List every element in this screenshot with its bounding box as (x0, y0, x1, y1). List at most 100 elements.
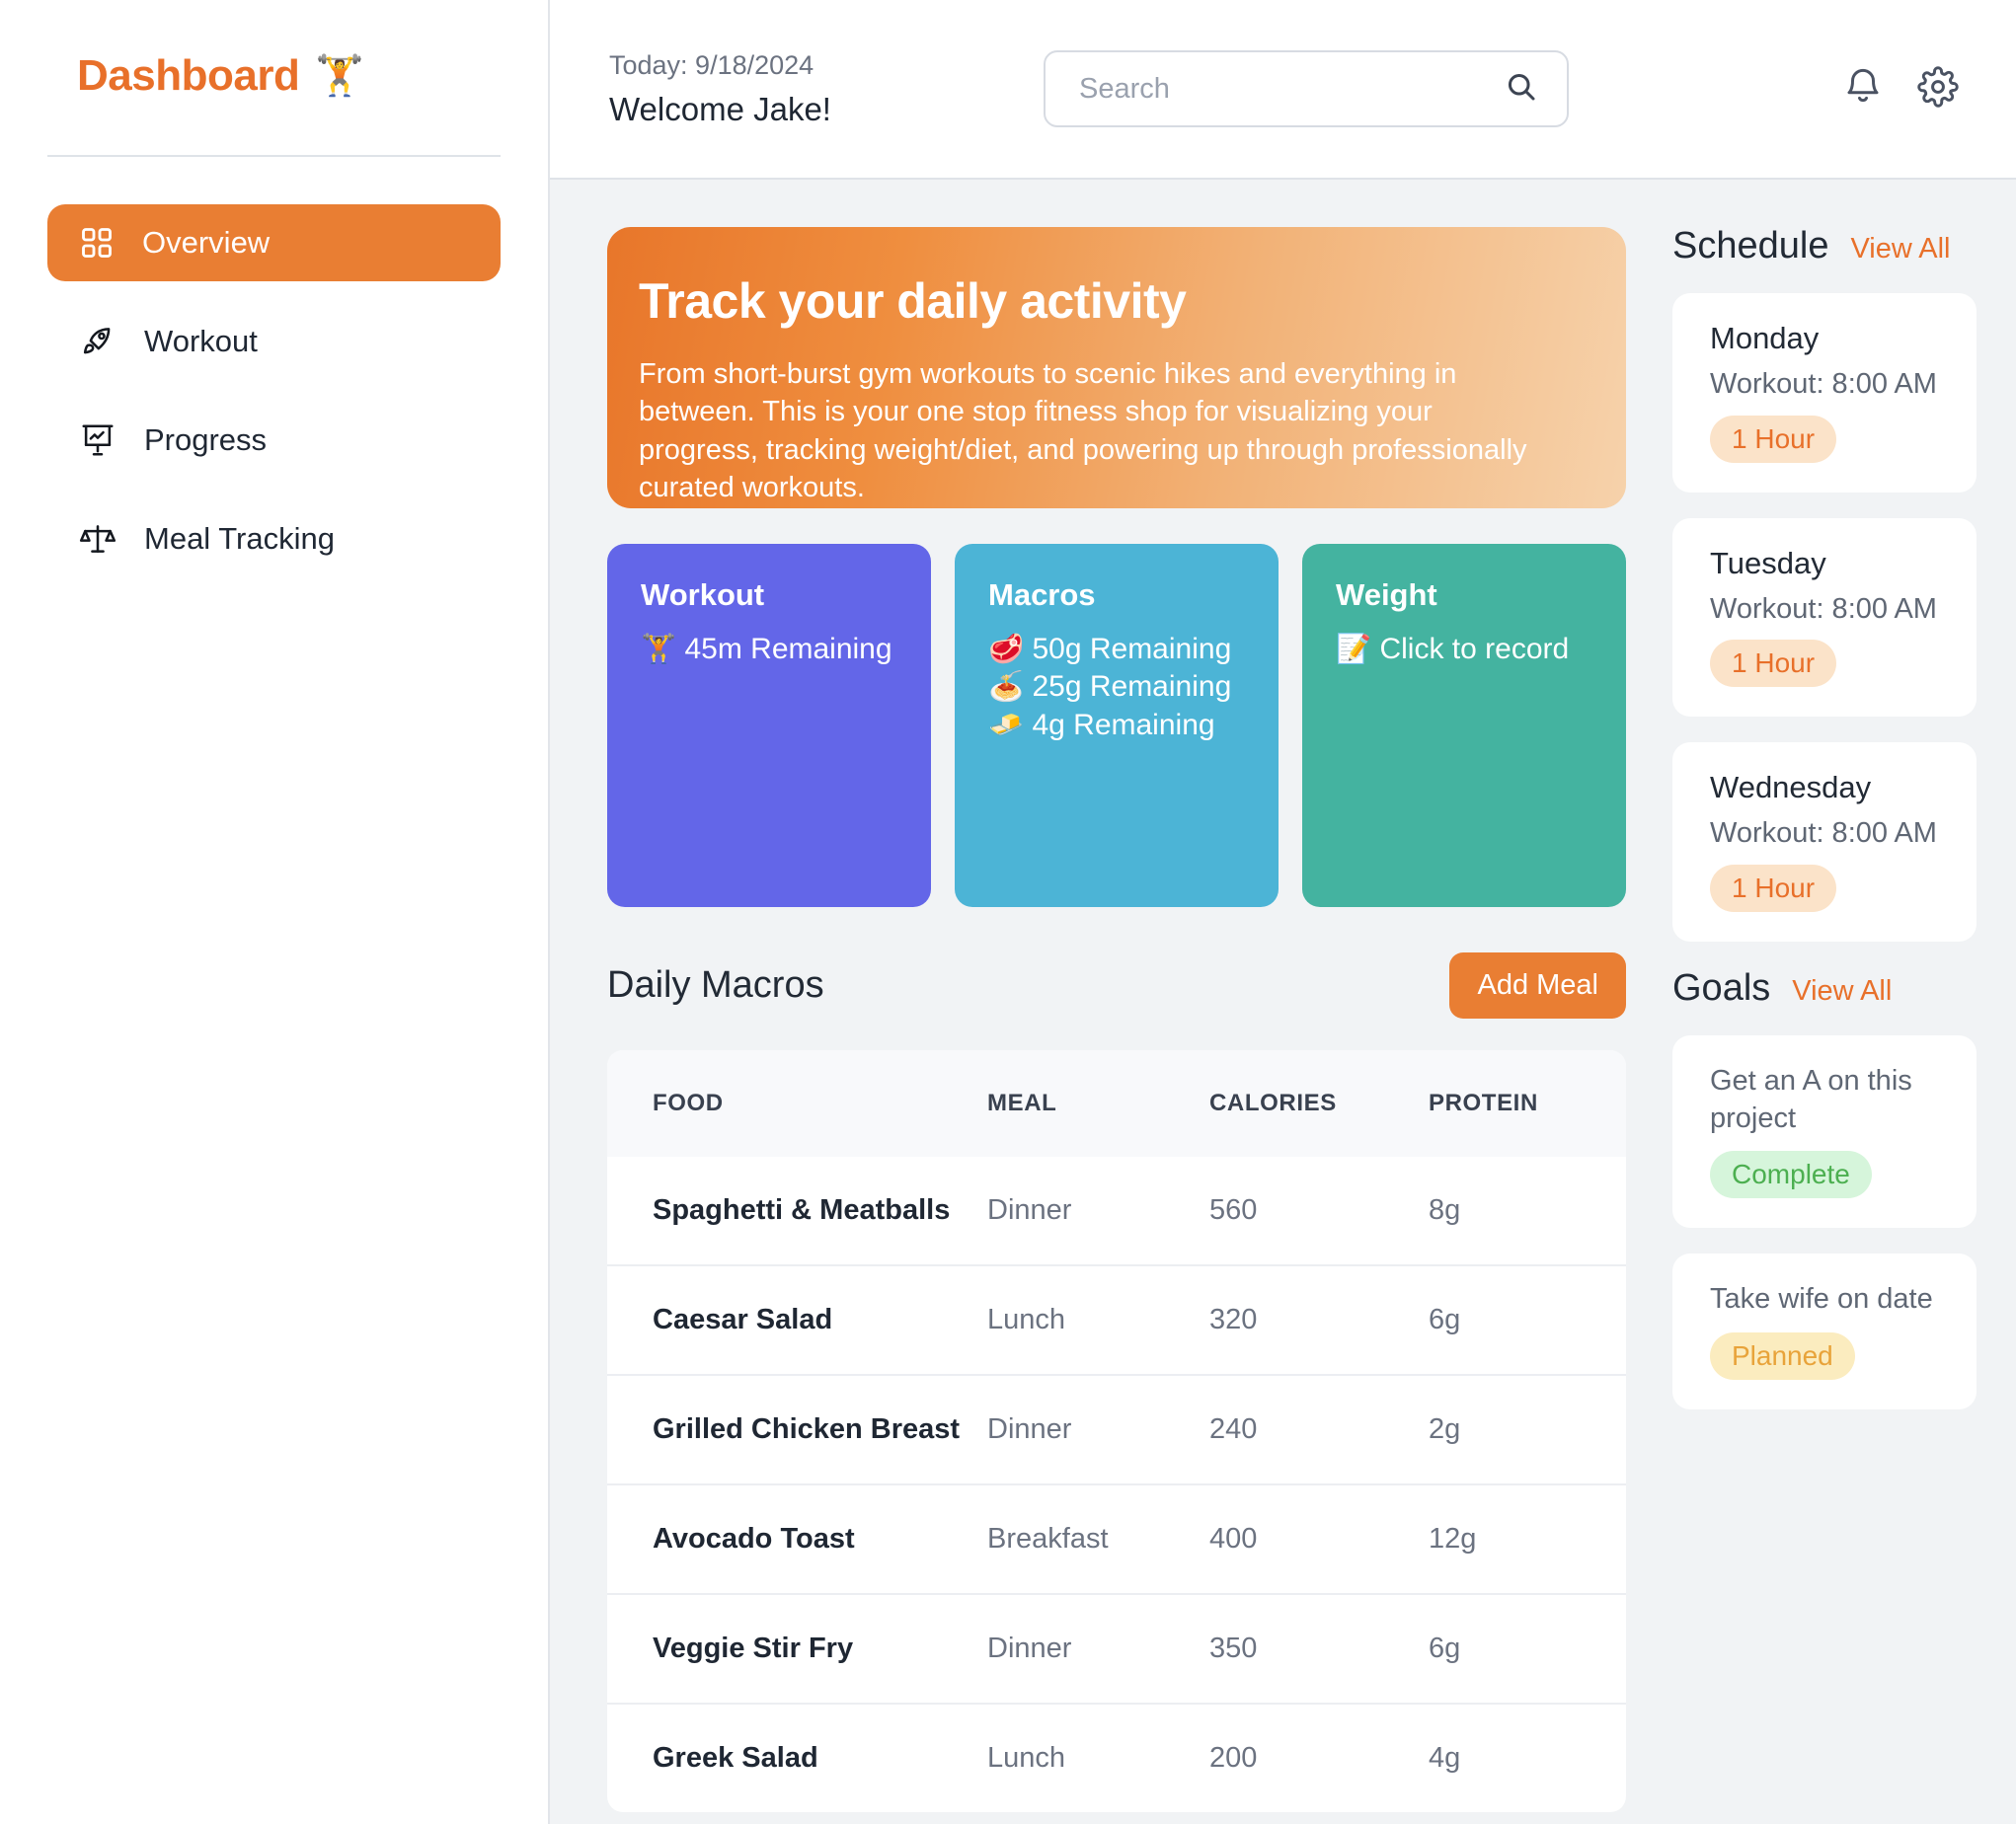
stat-card-title: Macros (988, 577, 1096, 612)
goals-list: Get an A on this project Complete Take wif… (1672, 1035, 1977, 1410)
cell-protein: 4g (1429, 1742, 1461, 1774)
stat-card-value: 25g Remaining (1032, 670, 1232, 704)
stat-card-weight[interactable]: Weight 📝 Click to record (1302, 544, 1626, 907)
sidebar-item-label: Workout (144, 324, 258, 358)
app-root: Dashboard 🏋️ Overview Workout Progress M… (0, 0, 2016, 1824)
cell-meal: Dinner (987, 1633, 1072, 1664)
sidebar-item-label: Meal Tracking (144, 521, 335, 556)
schedule-list: Monday Workout: 8:00 AM 1 Hour Tuesday Worko… (1672, 293, 1977, 943)
center-column: Track your daily activity From short-bur… (550, 180, 1639, 1824)
cell-meal: Breakfast (987, 1523, 1109, 1555)
cell-protein: 6g (1429, 1304, 1461, 1335)
table-row[interactable]: Avocado Toast Breakfast 400 12g (607, 1484, 1626, 1594)
sidebar-item-workout[interactable]: Workout (47, 303, 501, 380)
cell-food: Greek Salad (653, 1742, 818, 1774)
cell-food: Grilled Chicken Breast (653, 1413, 961, 1445)
goal-text: Get an A on this project (1710, 1065, 1912, 1134)
goal-card[interactable]: Get an A on this project Complete (1672, 1035, 1977, 1229)
cell-calories: 400 (1209, 1523, 1258, 1555)
section-title: Daily Macros (607, 964, 824, 1006)
stat-card-workout[interactable]: Workout 🏋️ 45m Remaining (607, 544, 931, 907)
table-row[interactable]: Caesar Salad Lunch 320 6g (607, 1265, 1626, 1375)
schedule-day: Monday (1710, 321, 1820, 355)
cell-meal: Lunch (987, 1742, 1066, 1774)
table-row[interactable]: Spaghetti & Meatballs Dinner 560 8g (607, 1157, 1626, 1265)
table-row[interactable]: Grilled Chicken Breast Dinner 240 2g (607, 1375, 1626, 1484)
hero-title: Track your daily activity (639, 273, 1187, 329)
schedule-day: Tuesday (1710, 545, 1826, 580)
search-input[interactable] (1079, 72, 1504, 106)
topbar-icons (1842, 65, 1959, 113)
daily-macros-table: FOOD MEAL CALORIES PROTEIN Spaghetti & M… (607, 1050, 1626, 1812)
cell-meal: Dinner (987, 1413, 1072, 1445)
stat-card-line: 📝 Click to record (1336, 631, 1592, 668)
content-area: Track your daily activity From short-bur… (550, 180, 2016, 1824)
goals-header: Goals View All (1672, 967, 1977, 1010)
stat-card-title: Workout (641, 577, 765, 612)
scales-icon (79, 520, 116, 558)
sidebar: Dashboard 🏋️ Overview Workout Progress M… (0, 0, 550, 1824)
brand: Dashboard 🏋️ (0, 0, 548, 101)
schedule-card[interactable]: Wednesday Workout: 8:00 AM 1 Hour (1672, 742, 1977, 943)
weightlifter-icon: 🏋️ (315, 54, 365, 98)
stat-card-value: 50g Remaining (1032, 633, 1232, 665)
column-header-food: FOOD (653, 1090, 724, 1116)
column-header-protein: PROTEIN (1429, 1090, 1538, 1116)
memo-icon: 📝 (1336, 634, 1372, 665)
sidebar-nav: Overview Workout Progress Meal Tracking (0, 204, 548, 577)
schedule-header: Schedule View All (1672, 225, 1977, 267)
cell-protein: 12g (1429, 1523, 1477, 1555)
status-badge: Planned (1710, 1332, 1855, 1381)
status-badge: Complete (1710, 1151, 1872, 1199)
stat-card-value: 45m Remaining (684, 633, 892, 665)
stat-card-line: 🧈 4g Remaining (988, 707, 1245, 744)
stat-card-line: 🍝 25g Remaining (988, 668, 1245, 706)
goal-text: Take wife on date (1710, 1283, 1933, 1316)
schedule-detail: Workout: 8:00 AM (1710, 817, 1937, 850)
stat-card-row: Workout 🏋️ 45m Remaining Macros 🥩 50g Re… (607, 544, 1626, 907)
sidebar-item-meal-tracking[interactable]: Meal Tracking (47, 500, 501, 577)
schedule-card[interactable]: Tuesday Workout: 8:00 AM 1 Hour (1672, 517, 1977, 718)
cell-calories: 320 (1209, 1304, 1258, 1335)
table-row[interactable]: Veggie Stir Fry Dinner 350 6g (607, 1594, 1626, 1704)
stat-card-title: Weight (1336, 577, 1437, 612)
main-column: Today: 9/18/2024 Welcome Jake! Search Tr… (550, 0, 2016, 1824)
table-row[interactable]: Greek Salad Lunch 200 4g (607, 1704, 1626, 1812)
search-icon[interactable] (1504, 69, 1539, 110)
bell-icon[interactable] (1842, 66, 1884, 113)
presentation-chart-icon (79, 421, 116, 459)
cell-food: Spaghetti & Meatballs (653, 1194, 951, 1226)
goals-view-all-link[interactable]: View All (1792, 975, 1892, 1008)
add-meal-button[interactable]: Add Meal (1449, 952, 1626, 1019)
schedule-card[interactable]: Monday Workout: 8:00 AM 1 Hour (1672, 293, 1977, 493)
sidebar-item-overview[interactable]: Overview (47, 204, 501, 281)
welcome-message: Welcome Jake! (609, 90, 831, 127)
sidebar-item-progress[interactable]: Progress (47, 402, 501, 479)
stat-card-macros[interactable]: Macros 🥩 50g Remaining 🍝 25g Remaining 🧈… (955, 544, 1279, 907)
meat-icon: 🥩 (988, 634, 1025, 665)
stat-card-line: 🥩 50g Remaining (988, 631, 1245, 668)
spaghetti-icon: 🍝 (988, 671, 1025, 704)
brand-title: Dashboard (77, 51, 300, 100)
sidebar-item-label: Progress (144, 422, 268, 457)
schedule-view-all-link[interactable]: View All (1850, 233, 1950, 266)
cell-meal: Lunch (987, 1304, 1066, 1335)
stat-card-value: 4g Remaining (1032, 708, 1215, 741)
cell-food: Caesar Salad (653, 1304, 833, 1335)
today-date: Today: 9/18/2024 (609, 49, 814, 80)
cell-calories: 350 (1209, 1633, 1258, 1664)
duration-badge: 1 Hour (1710, 865, 1837, 913)
macros-table: FOOD MEAL CALORIES PROTEIN Spaghetti & M… (607, 1050, 1626, 1812)
schedule-detail: Workout: 8:00 AM (1710, 592, 1937, 625)
table-body: Spaghetti & Meatballs Dinner 560 8g Caesar S… (607, 1157, 1626, 1812)
sidebar-divider (47, 155, 501, 157)
stat-card-value: Click to record (1379, 633, 1570, 665)
search-box[interactable] (1044, 50, 1569, 127)
gear-icon[interactable] (1917, 65, 1959, 113)
goal-card[interactable]: Take wife on date Planned (1672, 1254, 1977, 1410)
hero-description: From short-burst gym workouts to scenic … (639, 358, 1527, 503)
duration-badge: 1 Hour (1710, 640, 1837, 688)
right-rail: Schedule View All Monday Workout: 8:00 AM… (1639, 180, 2016, 1824)
column-header-meal: MEAL (987, 1090, 1057, 1116)
cell-calories: 560 (1209, 1194, 1258, 1226)
